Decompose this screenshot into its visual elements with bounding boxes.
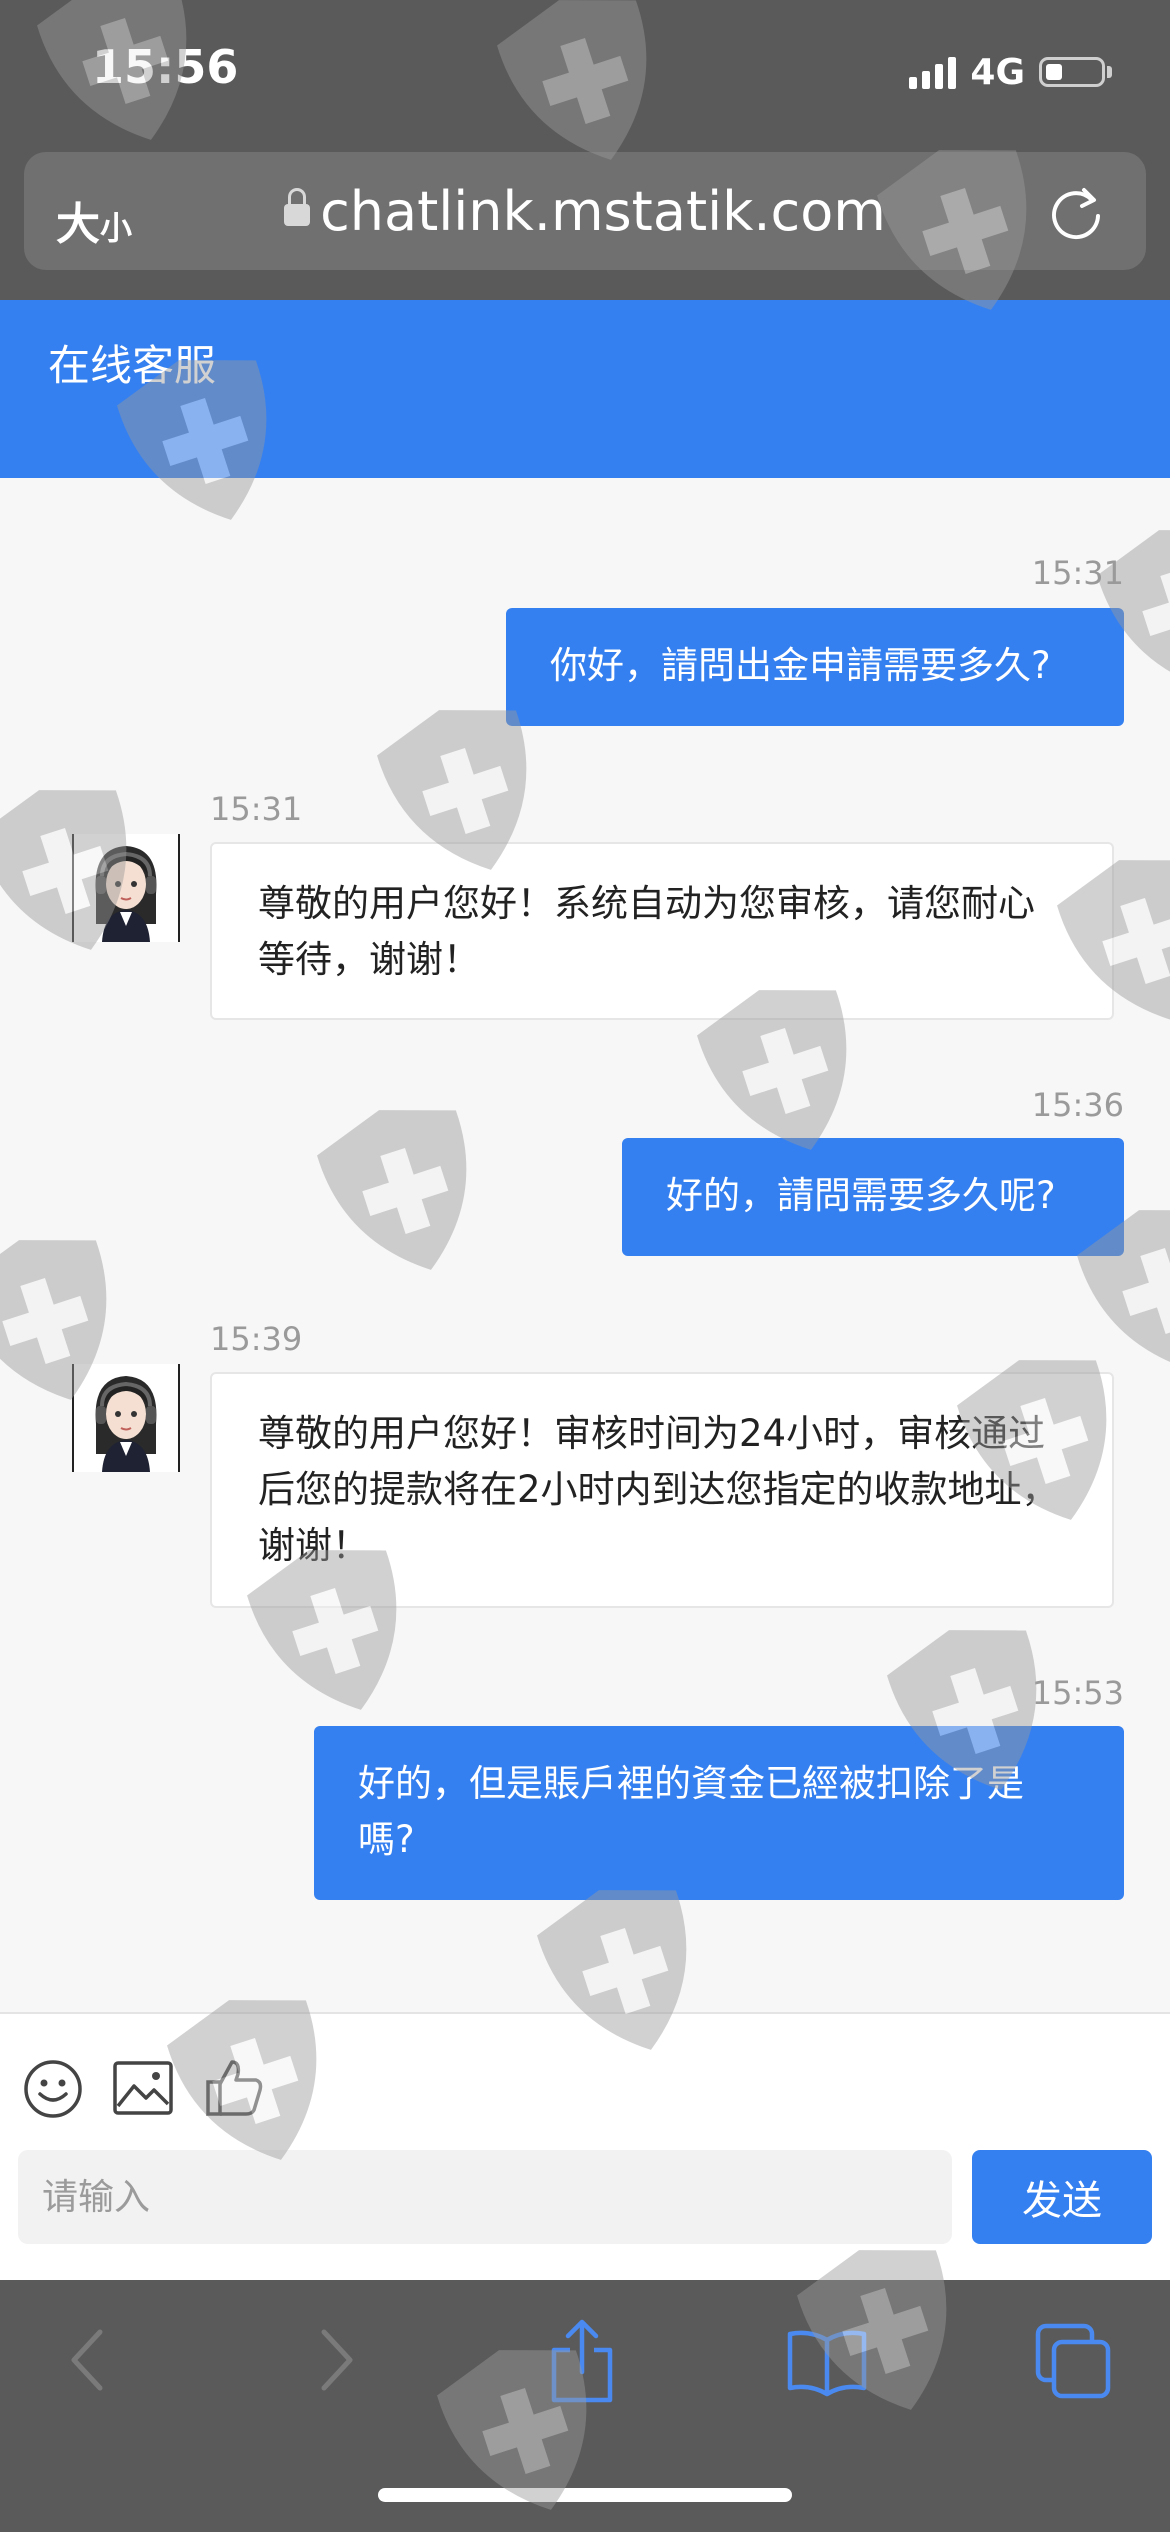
- page-title: 在线客服: [48, 341, 217, 390]
- user-message-bubble: 你好，請問出金申請需要多久?: [506, 608, 1124, 726]
- url-display[interactable]: chatlink.mstatik.com: [24, 180, 1146, 243]
- agent-message-bubble: 尊敬的用户您好！审核时间为24小时，审核通过后您的提款将在2小时内到达您指定的收…: [210, 1372, 1114, 1608]
- address-bar[interactable]: 大小 chatlink.mstatik.com: [24, 152, 1146, 270]
- message-composer: 发送: [0, 2012, 1170, 2280]
- lock-icon: [284, 188, 311, 226]
- status-indicators: 4G: [909, 51, 1112, 93]
- image-icon[interactable]: [112, 2060, 174, 2116]
- chat-messages[interactable]: 15:31 你好，請問出金申請需要多久? 15:31 尊敬的用户您好！系统自动为…: [0, 478, 1170, 2012]
- agent-message-bubble: 尊敬的用户您好！系统自动为您审核，请您耐心等待，谢谢！: [210, 842, 1114, 1020]
- bookmarks-icon[interactable]: [784, 2328, 870, 2398]
- network-label: 4G: [970, 51, 1025, 93]
- reload-icon[interactable]: [1048, 182, 1104, 242]
- forward-icon[interactable]: [312, 2322, 362, 2398]
- url-text: chatlink.mstatik.com: [320, 180, 886, 243]
- message-input[interactable]: [18, 2150, 952, 2244]
- home-indicator: [378, 2488, 792, 2502]
- battery-icon: [1039, 57, 1105, 87]
- send-button[interactable]: 发送: [972, 2150, 1152, 2244]
- agent-avatar: [72, 834, 180, 942]
- browser-chrome: 15:56 4G 大小 chatlink.mstatik.com: [0, 0, 1170, 300]
- thumbs-up-icon[interactable]: [204, 2056, 266, 2118]
- tabs-icon[interactable]: [1034, 2322, 1114, 2402]
- chat-header: 在线客服: [0, 300, 1170, 478]
- agent-avatar: [72, 1364, 180, 1472]
- signal-icon: [909, 55, 957, 89]
- message-timestamp: 15:36: [1031, 1086, 1124, 1124]
- message-timestamp: 15:53: [1031, 1674, 1124, 1712]
- share-icon[interactable]: [546, 2316, 618, 2404]
- message-timestamp: 15:39: [210, 1320, 303, 1358]
- status-time: 15:56: [92, 40, 239, 94]
- message-timestamp: 15:31: [210, 790, 303, 828]
- user-message-bubble: 好的，請問需要多久呢?: [622, 1138, 1124, 1256]
- back-icon[interactable]: [62, 2322, 112, 2398]
- user-message-bubble: 好的，但是賬戶裡的資金已經被扣除了是嗎?: [314, 1726, 1124, 1900]
- emoji-icon[interactable]: [22, 2058, 84, 2120]
- message-timestamp: 15:31: [1031, 554, 1124, 592]
